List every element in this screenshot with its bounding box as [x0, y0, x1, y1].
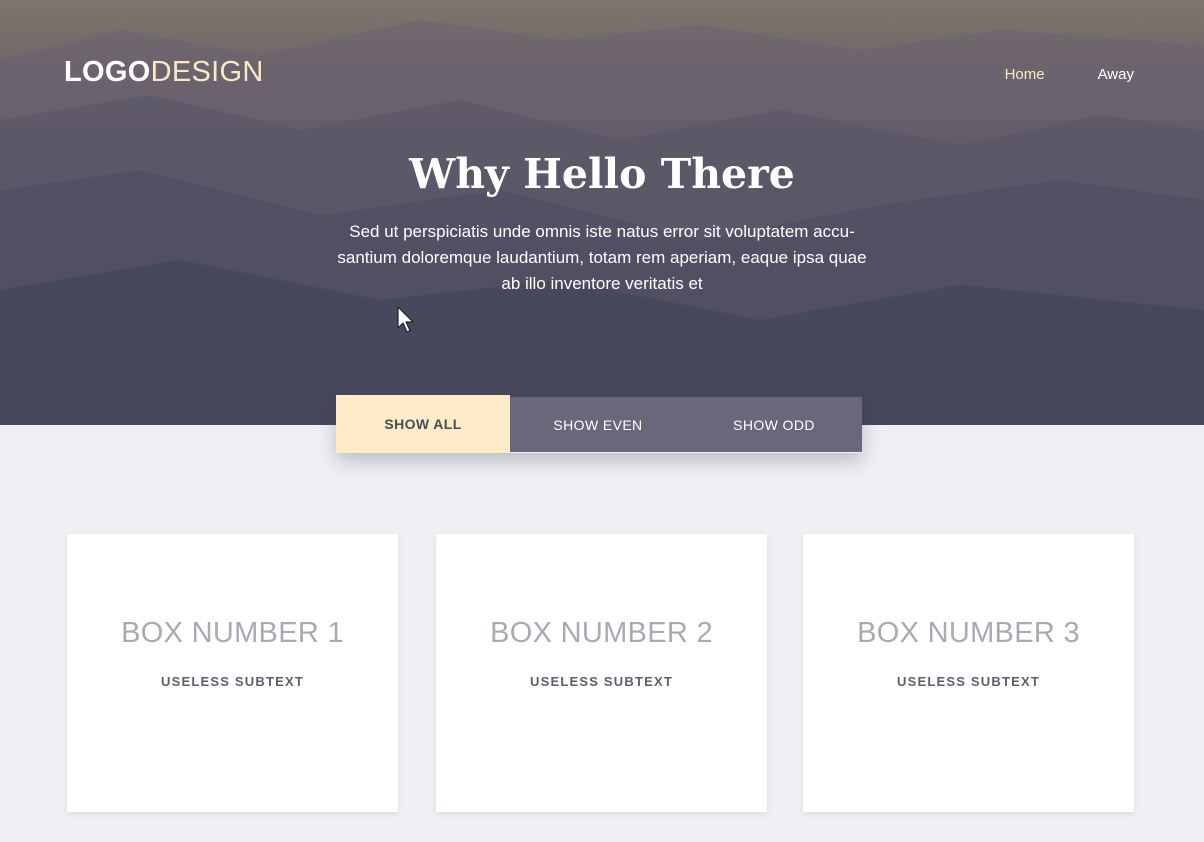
box-title: BOX NUMBER 3 — [857, 617, 1080, 649]
box-card-3[interactable]: BOX NUMBER 3 USELESS SUBTEXT — [803, 534, 1134, 812]
box-subtitle: USELESS SUBTEXT — [530, 674, 673, 689]
filter-inactive-group: SHOW EVEN SHOW ODD — [510, 397, 862, 452]
box-title: BOX NUMBER 2 — [490, 617, 713, 649]
logo[interactable]: LOGODESIGN — [64, 56, 264, 88]
filter-show-even-button[interactable]: SHOW EVEN — [510, 397, 686, 452]
filter-bar: SHOW ALL SHOW EVEN SHOW ODD — [336, 395, 862, 453]
hero-section: LOGODESIGN Home Away Why Hello There Sed… — [0, 0, 1204, 425]
filter-show-odd-button[interactable]: SHOW ODD — [686, 397, 862, 452]
box-subtitle: USELESS SUBTEXT — [161, 674, 304, 689]
box-card-1[interactable]: BOX NUMBER 1 USELESS SUBTEXT — [67, 534, 398, 812]
box-subtitle: USELESS SUBTEXT — [897, 674, 1040, 689]
main-nav: Home Away — [1005, 66, 1134, 83]
mouse-pointer-icon — [397, 306, 414, 333]
hero-body-text: Sed ut perspiciatis unde omnis iste natu… — [337, 222, 867, 293]
logo-light-text: DESIGN — [150, 56, 264, 88]
box-title: BOX NUMBER 1 — [121, 617, 344, 649]
filter-show-all-button[interactable]: SHOW ALL — [336, 395, 510, 453]
hero-title: Why Hello There — [409, 150, 795, 198]
nav-home-link[interactable]: Home — [1005, 66, 1045, 83]
box-card-2[interactable]: BOX NUMBER 2 USELESS SUBTEXT — [436, 534, 767, 812]
nav-away-link[interactable]: Away — [1098, 66, 1134, 83]
logo-bold-text: LOGO — [64, 56, 151, 88]
